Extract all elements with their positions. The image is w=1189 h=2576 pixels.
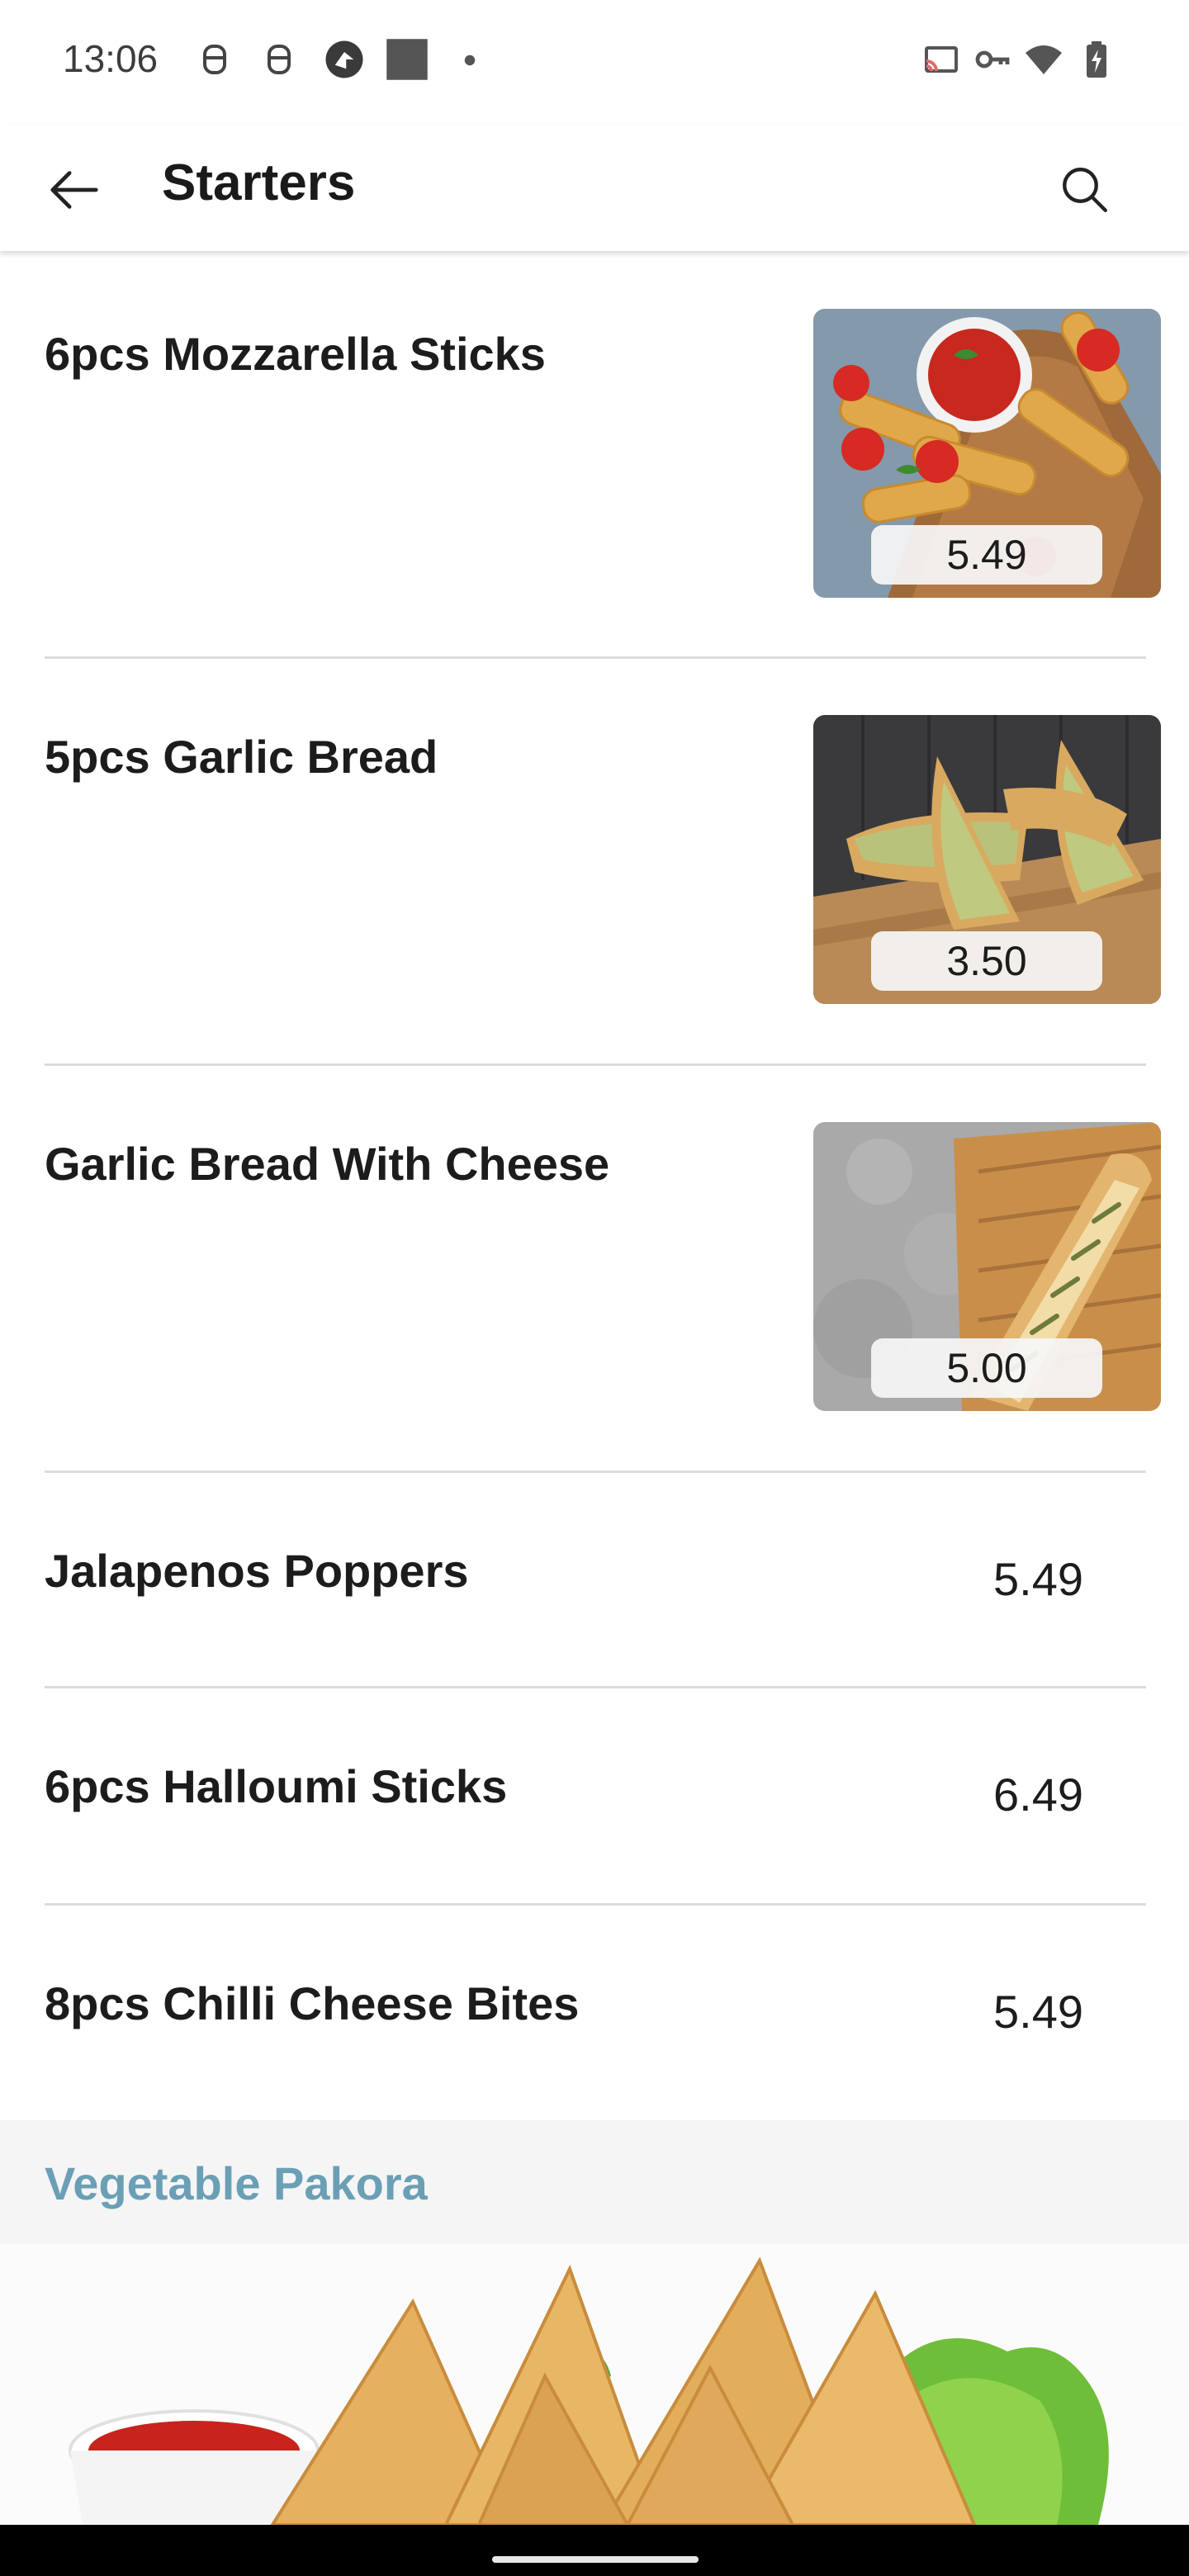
price-badge: 5.49 xyxy=(871,525,1102,585)
wifi-icon xyxy=(1026,45,1062,74)
notification-icon xyxy=(268,45,291,74)
garlic-bread-photo: 3.50 xyxy=(813,715,1161,1004)
mozzarella-sticks-photo: 5.49 xyxy=(813,309,1161,598)
item-name: Jalapenos Poppers xyxy=(45,1545,469,1597)
vpn-key-icon xyxy=(975,50,1010,69)
cast-icon xyxy=(925,46,958,73)
price-badge: 3.50 xyxy=(871,931,1102,991)
battery-icon xyxy=(1087,41,1106,78)
menu-item[interactable]: 6pcs Halloumi Sticks 6.49 xyxy=(0,1688,1189,1903)
section-header: Vegetable Pakora xyxy=(0,2120,1189,2244)
dot-icon xyxy=(464,54,476,66)
menu-item[interactable]: 5pcs Garlic Bread 3.50 xyxy=(0,659,1189,1063)
item-name: 6pcs Halloumi Sticks xyxy=(45,1760,508,1812)
item-name: 6pcs Mozzarella Sticks xyxy=(45,328,546,380)
section-title: Vegetable Pakora xyxy=(45,2157,428,2209)
menu-item[interactable]: 6pcs Mozzarella Sticks 5.49 xyxy=(0,251,1189,657)
menu-item[interactable]: 8pcs Chilli Cheese Bites 5.49 xyxy=(0,1906,1189,2120)
app-bar: Starters xyxy=(0,124,1189,251)
search-icon xyxy=(1063,168,1107,212)
samosa-banner-photo xyxy=(0,2244,1189,2525)
notification-icon xyxy=(203,45,226,74)
item-name: 5pcs Garlic Bread xyxy=(45,731,438,783)
item-name: Garlic Bread With Cheese xyxy=(45,1138,610,1190)
price-badge: 5.00 xyxy=(871,1338,1102,1398)
page-title: Starters xyxy=(162,154,356,211)
status-bar: 13:06 xyxy=(0,0,1189,124)
item-price: 5.49 xyxy=(993,1986,1083,2038)
back-button[interactable] xyxy=(41,157,107,223)
item-price: 5.49 xyxy=(993,1553,1083,1605)
item-name: 8pcs Chilli Cheese Bites xyxy=(45,1977,580,2029)
arrow-left-icon xyxy=(50,171,98,209)
search-button[interactable] xyxy=(1052,157,1118,223)
square-icon xyxy=(386,39,428,80)
home-gesture-handle[interactable] xyxy=(492,2556,699,2563)
system-nav-bar xyxy=(0,2525,1189,2576)
status-time: 13:06 xyxy=(63,37,159,80)
menu-item[interactable]: Jalapenos Poppers 5.49 xyxy=(0,1473,1189,1686)
app-icon xyxy=(325,40,363,78)
item-price: 6.49 xyxy=(993,1769,1083,1821)
garlic-bread-cheese-photo: 5.00 xyxy=(813,1122,1161,1411)
menu-item[interactable]: Garlic Bread With Cheese 5.00 xyxy=(0,1066,1189,1470)
